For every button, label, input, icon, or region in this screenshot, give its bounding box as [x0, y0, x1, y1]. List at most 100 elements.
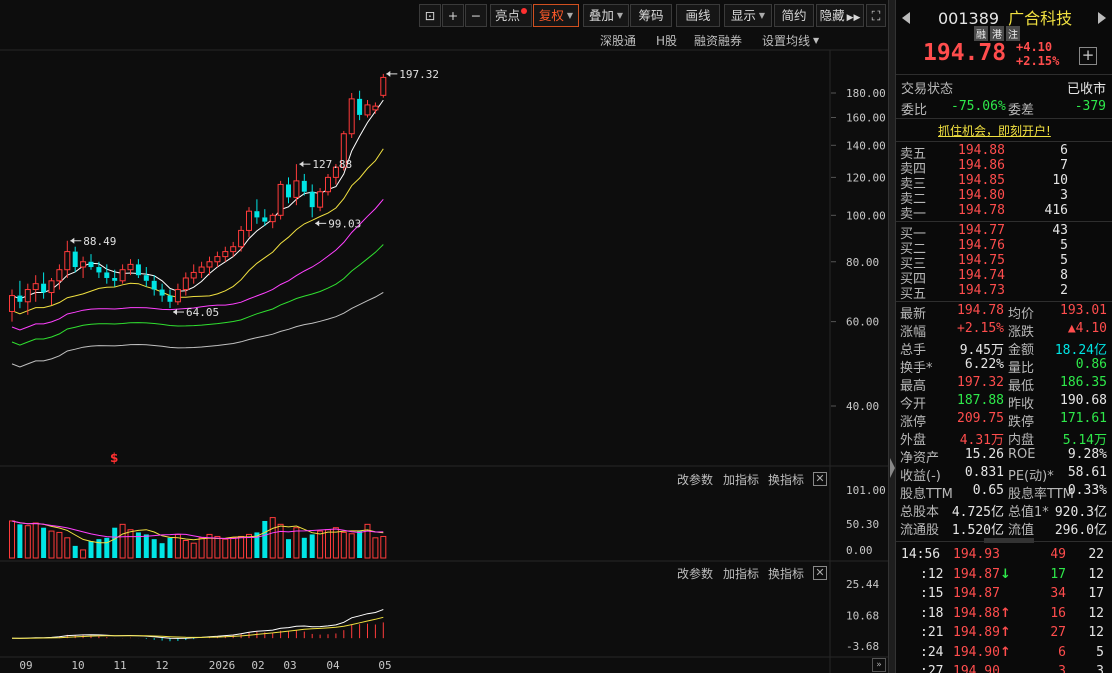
tick-price: 194.87 [953, 566, 1000, 582]
price-annotation: 99.03 [315, 217, 361, 230]
volume-bar [104, 537, 110, 558]
x-tick-label: 10 [71, 659, 84, 672]
fuquan-button[interactable]: 复权 ▼ [533, 4, 579, 27]
volume-bar [9, 520, 15, 559]
vol-y-tick-label: 0.00 [846, 544, 873, 557]
bid-price: 194.73 [958, 283, 1005, 298]
macd-add-indicator[interactable]: 加指标 [723, 565, 759, 582]
stock-tags: 融港注 [974, 26, 1020, 41]
arrow-up-icon: ↑ [1000, 644, 1011, 660]
display-button[interactable]: 显示 ▼ [724, 4, 772, 27]
macd-y-tick-label: 25.44 [846, 578, 879, 591]
ma60-line [11, 291, 384, 368]
macd-change-params[interactable]: 改参数 [677, 565, 713, 582]
stat-value: 6.22% [964, 357, 1004, 372]
arrow-down-icon: ↓ [1000, 566, 1011, 582]
tick-row: :27 194.90 3 3 [896, 664, 1112, 673]
hide-button[interactable]: 隐藏 ▶▶ [816, 4, 864, 27]
stat-row: 收益(-) 0.831 PE(动)* 58.61 [896, 465, 1112, 484]
stat-label: 总手 [900, 343, 927, 358]
volume-bar [167, 537, 173, 558]
vol-add-indicator[interactable]: 加指标 [723, 471, 759, 488]
draw-line-button[interactable]: 画线 [676, 4, 720, 27]
tick-count: 12 [1088, 566, 1104, 582]
tick-count: 17 [1088, 586, 1104, 601]
arrow-up-icon: ↑ [1000, 605, 1011, 621]
link-ma-settings[interactable]: 设置均线 ▼ [762, 32, 819, 49]
candle [348, 93, 355, 138]
candle [174, 283, 181, 305]
zoom-in-button[interactable]: + [442, 4, 464, 27]
ask-price: 194.78 [958, 203, 1005, 218]
next-stock-icon[interactable] [1098, 12, 1106, 24]
macd-switch-indicator[interactable]: 换指标 [768, 565, 804, 582]
simple-button[interactable]: 简约 [774, 4, 814, 27]
volume-bar [348, 533, 355, 559]
tick-price: 194.90 [953, 644, 1000, 660]
expand-right-icon[interactable]: » [872, 658, 886, 672]
x-tick-label: 2026 [209, 659, 236, 672]
x-tick-label: 05 [378, 659, 391, 672]
link-h-share[interactable]: H股 [656, 32, 677, 49]
tag-margin: 融 [974, 26, 988, 41]
dif-line [11, 609, 384, 639]
vol-close-icon[interactable]: ✕ [813, 472, 827, 486]
price-annotation: 88.49 [70, 235, 116, 248]
tick-count: 12 [1088, 605, 1104, 621]
candle [317, 188, 324, 212]
ask-volume: 10 [1052, 173, 1068, 188]
candle [41, 272, 47, 299]
zoom-out-button[interactable]: − [465, 4, 487, 27]
stat-value: +2.15% [957, 321, 1004, 336]
tick-time: 14:56 [901, 547, 941, 562]
volume-bar [357, 531, 363, 558]
candle [56, 264, 63, 290]
link-margin[interactable]: 融资融券 [694, 32, 742, 49]
candle [119, 264, 126, 284]
candle [301, 173, 307, 196]
chips-button[interactable]: 筹码 [630, 4, 672, 27]
fullscreen-icon[interactable]: ⛶ [866, 4, 886, 27]
stat-value: 0.33% [1067, 483, 1107, 498]
link-hk-connect[interactable]: 深股通 [600, 32, 636, 49]
x-tick-label: 09 [19, 659, 32, 672]
stat-row: 最高 197.32 最低 186.35 [896, 375, 1112, 394]
add-watchlist-icon[interactable]: + [1079, 47, 1097, 65]
event-marker-icon[interactable]: $ [110, 451, 118, 465]
vol-switch-indicator[interactable]: 换指标 [768, 471, 804, 488]
y-tick-label: 40.00 [846, 400, 879, 413]
highlight-button[interactable]: 亮点 [490, 4, 532, 27]
candle [159, 283, 165, 302]
unlock-icon[interactable]: ⊡ [419, 4, 441, 27]
vol-change-params[interactable]: 改参数 [677, 471, 713, 488]
volume-bar [151, 539, 157, 558]
volume-bar [286, 539, 291, 558]
volume-bar [380, 535, 387, 559]
volume-bar [230, 537, 237, 559]
svg-text:64.05: 64.05 [186, 306, 219, 319]
y-tick-label: 180.00 [846, 87, 886, 100]
stat-value: 9.45万 [959, 343, 1004, 358]
trade-status: 已收市 [1066, 82, 1106, 97]
candle [372, 102, 379, 114]
chart-area[interactable]: 197.32 127.88 99.03 88.49 64.05 $ 180.00 160.0… [0, 0, 888, 673]
x-tick-label: 03 [283, 659, 296, 672]
panel-splitter[interactable] [888, 0, 896, 673]
candle [143, 267, 149, 287]
prev-stock-icon[interactable] [902, 12, 910, 24]
x-tick-label: 12 [155, 659, 168, 672]
ask-row: 卖一 194.78 416 [896, 203, 1112, 222]
macd-y-tick-label: -3.68 [846, 640, 879, 653]
macd-close-icon[interactable]: ✕ [813, 566, 827, 580]
open-account-link[interactable]: 抓住机会，即刻开户! [938, 122, 1051, 139]
stat-label: PE(动)* [1008, 469, 1054, 484]
stat-value: 18.24亿 [1054, 343, 1107, 358]
overlay-button[interactable]: 叠加 ▼ [583, 4, 629, 27]
stat-label: 内盘 [1008, 433, 1035, 448]
scroll-handle[interactable] [984, 538, 1034, 543]
volume-bar [143, 534, 149, 558]
stat-label: 最新 [900, 307, 927, 322]
collapse-arrow-icon[interactable] [890, 458, 895, 478]
stat-label: 涨停 [900, 415, 927, 430]
stat-label: 跌停 [1008, 415, 1035, 430]
